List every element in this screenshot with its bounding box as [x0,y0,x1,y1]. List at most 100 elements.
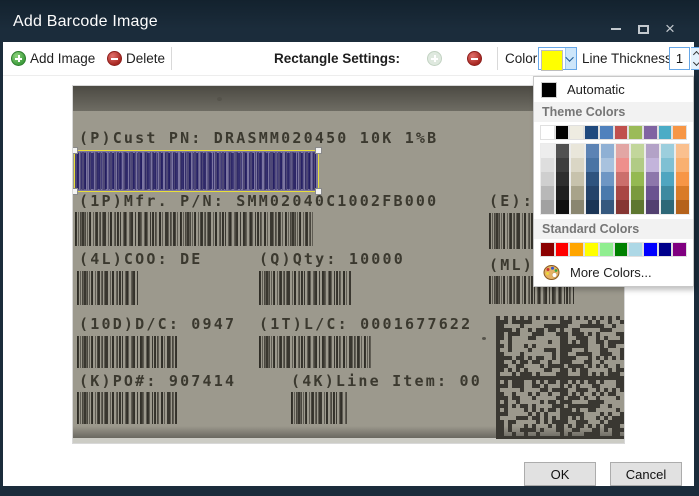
delete-rectangle-button[interactable] [467,42,482,75]
line-thickness-input[interactable]: 1 [669,47,690,70]
delete-button[interactable]: Delete [107,42,165,75]
theme-variant-swatch[interactable] [661,144,674,158]
theme-variant-swatch[interactable] [556,158,569,172]
add-rectangle-button[interactable] [427,42,442,75]
current-color-swatch [541,50,563,71]
theme-variant-swatch[interactable] [676,158,689,172]
theme-variant-swatch[interactable] [646,158,659,172]
maximize-button[interactable] [636,22,650,36]
theme-variant-swatch[interactable] [571,200,584,214]
resize-handle-bottom-left[interactable] [72,188,78,195]
minimize-button[interactable] [609,22,623,36]
theme-variant-swatch[interactable] [601,186,614,200]
add-rectangle-plus-icon [427,51,442,66]
automatic-color-item[interactable]: Automatic [534,77,693,102]
theme-variant-swatch[interactable] [676,144,689,158]
theme-variant-swatch[interactable] [601,158,614,172]
barcode-lc [259,336,371,368]
theme-variant-swatch[interactable] [616,186,629,200]
theme-variant-swatch[interactable] [676,172,689,186]
theme-color-swatch[interactable] [629,126,642,139]
line-thickness-stepper[interactable] [691,47,699,70]
theme-variant-swatch[interactable] [631,158,644,172]
theme-variant-swatch[interactable] [571,144,584,158]
theme-color-swatch[interactable] [659,126,672,139]
theme-variant-swatch[interactable] [571,158,584,172]
theme-variant-swatch[interactable] [661,200,674,214]
color-dropdown[interactable] [538,47,577,70]
standard-color-swatch[interactable] [570,243,583,256]
theme-color-swatch[interactable] [644,126,657,139]
theme-variant-swatch[interactable] [676,186,689,200]
selection-rectangle[interactable] [74,150,319,192]
standard-color-swatch[interactable] [585,243,598,256]
theme-variant-swatch[interactable] [646,172,659,186]
theme-variant-swatch[interactable] [631,172,644,186]
label-mfr-pn: (1P)Mfr. P/N: SMM02040C1002FB000 [79,192,438,210]
theme-color-swatch[interactable] [556,126,569,139]
theme-variant-swatch[interactable] [556,200,569,214]
theme-color-swatch[interactable] [600,126,613,139]
standard-color-swatch[interactable] [556,243,569,256]
theme-variant-swatch[interactable] [646,186,659,200]
theme-variant-swatch[interactable] [616,200,629,214]
add-image-button[interactable]: Add Image [11,42,95,75]
theme-variant-swatch[interactable] [661,158,674,172]
standard-color-swatch[interactable] [541,243,554,256]
theme-variant-swatch[interactable] [646,144,659,158]
theme-variant-swatch[interactable] [571,186,584,200]
theme-variant-swatch[interactable] [616,144,629,158]
theme-variant-swatch[interactable] [541,200,554,214]
theme-variant-swatch[interactable] [631,200,644,214]
theme-variant-swatch[interactable] [586,144,599,158]
label-dc: (10D)D/C: 0947 [79,315,236,333]
theme-variant-swatch[interactable] [586,172,599,186]
theme-variant-swatch[interactable] [556,144,569,158]
resize-handle-top-left[interactable] [72,147,78,154]
theme-variant-swatch[interactable] [601,144,614,158]
theme-variant-swatch[interactable] [601,200,614,214]
theme-variant-swatch[interactable] [571,172,584,186]
standard-color-swatch[interactable] [644,243,657,256]
standard-color-swatch[interactable] [600,243,613,256]
more-colors-item[interactable]: More Colors... [534,259,693,286]
theme-variant-swatch[interactable] [541,158,554,172]
theme-variant-swatch[interactable] [541,172,554,186]
theme-color-swatch[interactable] [585,126,598,139]
resize-handle-bottom-right[interactable] [315,188,322,195]
theme-variant-swatch[interactable] [556,172,569,186]
theme-variant-swatch[interactable] [631,186,644,200]
theme-variant-swatch[interactable] [661,172,674,186]
photo-speck [482,337,486,340]
theme-variant-swatch[interactable] [676,200,689,214]
theme-variant-swatch[interactable] [541,144,554,158]
standard-color-swatch[interactable] [615,243,628,256]
theme-colors-row [534,122,693,142]
theme-color-swatch[interactable] [615,126,628,139]
dropdown-arrow-button[interactable] [565,48,576,69]
theme-color-swatch[interactable] [570,126,583,139]
toolbar-separator [497,47,498,70]
standard-color-swatch[interactable] [673,243,686,256]
close-icon: × [665,24,675,34]
theme-variant-swatch[interactable] [586,200,599,214]
theme-color-swatch[interactable] [541,126,554,139]
theme-variant-swatch[interactable] [646,200,659,214]
theme-color-swatch[interactable] [673,126,686,139]
close-button[interactable]: × [663,22,677,36]
theme-variant-swatch[interactable] [586,186,599,200]
theme-variant-swatch[interactable] [661,186,674,200]
standard-color-swatch[interactable] [659,243,672,256]
theme-variant-swatch[interactable] [616,158,629,172]
theme-variant-swatch[interactable] [541,186,554,200]
theme-variant-swatch[interactable] [616,172,629,186]
theme-variant-swatch[interactable] [586,158,599,172]
standard-color-swatch[interactable] [629,243,642,256]
theme-variant-swatch[interactable] [631,144,644,158]
theme-variant-swatch[interactable] [601,172,614,186]
theme-variant-swatch[interactable] [556,186,569,200]
ok-button[interactable]: OK [524,462,596,486]
resize-handle-top-right[interactable] [315,147,322,154]
cancel-button[interactable]: Cancel [610,462,682,486]
label-cust-pn: (P)Cust PN: DRASMM020450 10K 1%B [79,129,438,147]
